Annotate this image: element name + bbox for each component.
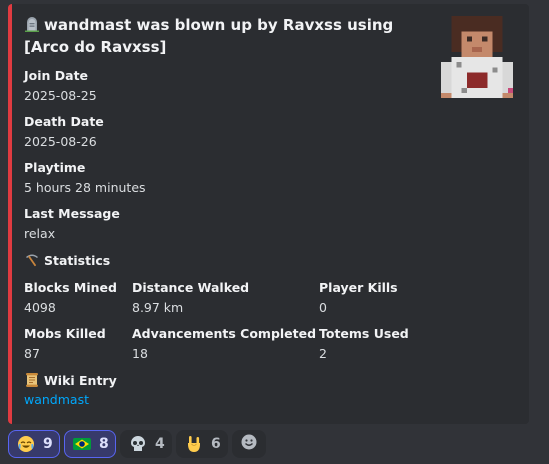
reaction-count: 4 (155, 436, 165, 452)
reaction-tears-of-joy[interactable]: 9 (8, 430, 60, 458)
playtime-label: Playtime (24, 160, 86, 175)
join-date-label: Join Date (24, 68, 89, 83)
stat-value: 18 (132, 346, 148, 361)
stat-value: 0 (319, 300, 327, 315)
reaction-rock-on[interactable]: 6 (176, 430, 228, 458)
wiki-entry-link[interactable]: wandmast (24, 392, 89, 407)
reaction-count: 8 (99, 436, 109, 452)
stat-label: Mobs Killed (24, 326, 106, 341)
wiki-entry-heading: Wiki Entry (24, 372, 117, 388)
stat-value: 87 (24, 346, 40, 361)
pickaxe-icon (24, 252, 40, 268)
rock-on-hand-emoji-icon (185, 435, 203, 453)
stat-label: Player Kills (319, 280, 398, 295)
scroll-icon (24, 372, 40, 388)
stat-label: Distance Walked (132, 280, 250, 295)
stat-label: Totems Used (319, 326, 409, 341)
brazil-flag-emoji-icon (73, 435, 91, 453)
reaction-skull[interactable]: 4 (120, 430, 172, 458)
playtime-value: 5 hours 28 minutes (24, 180, 146, 195)
stat-label: Advancements Completed (132, 326, 317, 341)
stat-value: 4098 (24, 300, 56, 315)
add-reaction-button[interactable] (232, 430, 266, 458)
add-reaction-icon (240, 433, 258, 455)
reaction-brazil-flag[interactable]: 8 (64, 430, 116, 458)
stat-label: Blocks Mined (24, 280, 117, 295)
stat-value: 8.97 km (132, 300, 184, 315)
embed-title: wandmast was blown up by Ravxss using [A… (24, 16, 394, 56)
reaction-count: 9 (43, 436, 53, 452)
player-avatar-thumbnail[interactable] (436, 16, 518, 98)
skull-emoji-icon (129, 435, 147, 453)
last-message-label: Last Message (24, 206, 120, 221)
death-date-label: Death Date (24, 114, 104, 129)
death-date-value: 2025-08-26 (24, 134, 97, 149)
reaction-count: 6 (211, 436, 221, 452)
death-embed: wandmast was blown up by Ravxss using [A… (8, 4, 529, 424)
tears-of-joy-emoji-icon (17, 435, 35, 453)
embed-accent-bar (8, 4, 12, 424)
statistics-heading: Statistics (24, 252, 110, 268)
last-message-value: relax (24, 226, 56, 241)
headstone-icon (24, 16, 40, 32)
stat-value: 2 (319, 346, 327, 361)
join-date-value: 2025-08-25 (24, 88, 97, 103)
